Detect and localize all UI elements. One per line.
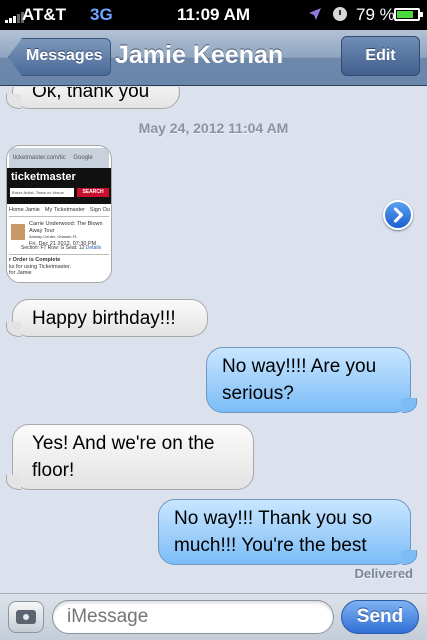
thumbnail-brand-header: ticketmaster Enter Artist, Team or Venue…: [7, 168, 111, 204]
back-button-label: Messages: [26, 47, 103, 64]
battery-percent: 79 %: [356, 5, 395, 24]
message-bubble-outgoing[interactable]: No way!!! Thank you so much!!! You're th…: [158, 499, 417, 565]
message-text-line: floor!: [32, 460, 75, 481]
message-text-line: much!!! You're the best: [174, 535, 367, 556]
back-to-messages-button[interactable]: Messages: [8, 38, 111, 76]
battery-fill: [397, 11, 413, 18]
message-input-bar: Send: [0, 593, 427, 640]
message-text-line: No way!!! Thank you so: [174, 508, 373, 529]
edit-button[interactable]: Edit: [341, 36, 420, 76]
message-bubble-incoming[interactable]: Yes! And we're on the floor!: [6, 424, 254, 490]
message-text: Happy birthday!!!: [32, 308, 176, 329]
message-text-line: Yes! And we're on the: [32, 433, 215, 454]
message-bubble-outgoing[interactable]: No way!!!! Are you serious?: [206, 347, 417, 413]
conversation-view[interactable]: Ok, thank you May 24, 2012 11:04 AM tick…: [0, 87, 427, 593]
location-arrow-icon: [309, 8, 321, 20]
message-text: Ok, thank you: [32, 87, 150, 102]
navigation-bar: Messages Jamie Keenan Edit: [0, 30, 427, 86]
send-button[interactable]: Send: [341, 600, 419, 634]
thumbnail-order-status: r Order is Complete ks for using Ticketm…: [9, 257, 72, 276]
conversation-title: Jamie Keenan: [115, 41, 284, 69]
message-bubble-incoming[interactable]: Happy birthday!!!: [6, 299, 208, 337]
thumbnail-address-bar: ticketmaster.com/tic Google: [9, 148, 109, 168]
image-attachment-thumbnail[interactable]: ticketmaster.com/tic Google ticketmaster…: [6, 145, 112, 283]
thumbnail-event-info: Carrie Underwood: The Blown Away Tour Am…: [29, 221, 103, 247]
message-text-line: No way!!!! Are you: [222, 356, 377, 377]
alarm-icon: [333, 7, 347, 21]
thumbnail-nav-row: Home Jamie My Ticketmaster Sign Ou: [9, 207, 110, 213]
thumbnail-event-image: [11, 224, 25, 240]
imessage-input[interactable]: [52, 600, 334, 634]
message-timestamp: May 24, 2012 11:04 AM: [138, 120, 289, 136]
camera-button[interactable]: [8, 601, 44, 633]
chevron-right-icon[interactable]: [383, 200, 413, 230]
message-text-line: serious?: [222, 383, 294, 404]
message-bubble-incoming[interactable]: Ok, thank you: [6, 87, 180, 109]
battery-icon: [394, 8, 423, 21]
thumbnail-seat-info: Section: F7 Row: G Seat: 12 Details: [21, 245, 102, 251]
status-bar: AT&T 3G 11:09 AM 79 %: [0, 0, 427, 30]
delivered-status: Delivered: [354, 566, 413, 581]
